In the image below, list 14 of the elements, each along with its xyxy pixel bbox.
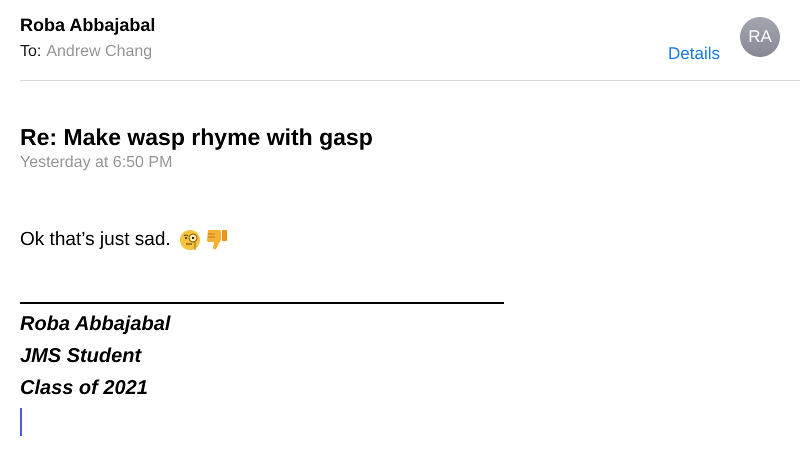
to-label: To: xyxy=(20,42,42,62)
recipient-name[interactable]: Andrew Chang xyxy=(46,42,152,62)
monocle-face-icon xyxy=(178,229,201,251)
subject: Re: Make wasp rhyme with gasp xyxy=(20,123,374,151)
details-link[interactable]: Details xyxy=(668,44,720,64)
signature-line: Class of 2021 xyxy=(20,376,149,401)
sender-name: Roba Abbajabal xyxy=(20,14,156,36)
date: Yesterday at 6:50 PM xyxy=(20,153,174,173)
thumbs-down-icon xyxy=(204,228,229,252)
text-cursor xyxy=(20,408,22,436)
signature-line: JMS Student xyxy=(20,344,143,369)
body-text: Ok that’s just sad. xyxy=(20,228,171,252)
avatar[interactable]: RA xyxy=(740,17,780,57)
signature-line: Roba Abbajabal xyxy=(20,312,172,337)
